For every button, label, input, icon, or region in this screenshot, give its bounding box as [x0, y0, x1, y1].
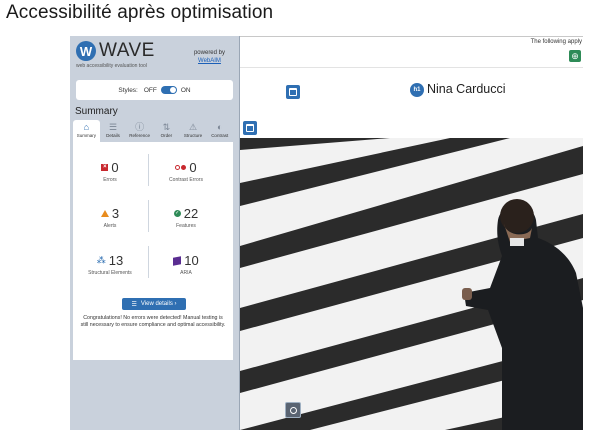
info-icon: ⓘ — [135, 122, 145, 132]
errors-stat[interactable]: × 0 Errors — [73, 160, 147, 183]
styles-label: Styles: — [118, 86, 138, 94]
contrast-errors-count: 0 — [189, 160, 197, 175]
feature-check-icon: ✓ — [173, 210, 181, 217]
webaim-link[interactable]: WebAIM — [194, 57, 225, 65]
alerts-stat[interactable]: 3 Alerts — [73, 206, 147, 229]
hero-photo — [240, 138, 583, 430]
tab-label: Reference — [129, 133, 151, 138]
wave-header: W WAVE web accessibility evaluation tool… — [70, 36, 239, 74]
features-label: Features — [176, 223, 196, 229]
contrast-error-icon — [175, 165, 187, 170]
page-header-area: The following apply ⊕ — [240, 36, 583, 68]
styles-toggle[interactable] — [160, 86, 177, 94]
congratulations-message: Congratulations! No errors were detected… — [80, 315, 226, 328]
powered-by-label: powered by — [193, 50, 225, 56]
contrast-errors-stat[interactable]: 0 Contrast Errors — [149, 160, 223, 183]
tab-details[interactable]: ☰ Details — [100, 120, 127, 142]
person-name: Nina Carducci — [427, 82, 506, 96]
structural-count: 13 — [108, 253, 124, 268]
contrast-icon: ◐ — [216, 122, 223, 132]
summary-heading: Summary — [75, 106, 118, 117]
contrast-errors-label: Contrast Errors — [169, 177, 203, 183]
aria-stat[interactable]: 10 ARIA — [149, 253, 223, 276]
tab-structure[interactable]: ⚠ Structure — [180, 120, 207, 142]
slide-caption: Accessibilité après optimisation — [6, 2, 274, 23]
wave-name: WAVE — [99, 40, 155, 61]
tab-label: Details — [106, 133, 120, 138]
crosswalk-photo — [240, 138, 583, 430]
tab-summary[interactable]: ⌂ Summary — [73, 120, 100, 142]
globe-icon[interactable]: ⊕ — [569, 50, 581, 62]
alerts-count: 3 — [111, 206, 120, 221]
powered-by: powered by WebAIM — [194, 49, 225, 65]
features-count: 22 — [183, 206, 199, 221]
wave-sidebar: W WAVE web accessibility evaluation tool… — [70, 36, 240, 430]
wave-logo-icon: W — [76, 41, 96, 61]
styles-off-label: OFF — [143, 86, 157, 94]
toggle-knob — [169, 87, 176, 93]
aria-label: ARIA — [180, 270, 192, 276]
list-icon: ☰ — [131, 301, 137, 308]
features-stat[interactable]: ✓ 22 Features — [149, 206, 223, 229]
errors-count: 0 — [111, 160, 119, 175]
alerts-label: Alerts — [103, 223, 117, 229]
aria-count: 10 — [184, 253, 199, 268]
region-marker-icon[interactable] — [243, 121, 257, 135]
image-alt-icon[interactable] — [285, 402, 301, 418]
tab-reference[interactable]: ⓘ Reference — [126, 120, 153, 142]
region-marker-icon[interactable] — [286, 85, 300, 99]
heading-h1-icon[interactable]: h1 — [410, 83, 424, 97]
wave-tabs: ⌂ Summary ☰ Details ⓘ Reference ⇅ Order … — [73, 120, 233, 142]
structural-label: Structural Elements — [88, 270, 132, 276]
summary-stats: × 0 Errors 0 Contrast Errors 3 Alerts ✓ 22… — [73, 142, 233, 360]
list-icon: ☰ — [108, 122, 118, 132]
styles-toggle-box: Styles: OFF ON — [76, 80, 233, 100]
view-details-button[interactable]: ☰ View details › — [122, 298, 186, 310]
aria-icon — [173, 255, 182, 266]
view-details-label: View details › — [140, 301, 177, 307]
following-apply-text: The following apply — [530, 39, 582, 45]
structure-tree-icon: ⁂ — [96, 255, 106, 265]
error-icon: × — [101, 164, 109, 171]
alert-icon — [100, 210, 109, 217]
order-icon: ⇅ — [162, 122, 171, 132]
tab-label: Order — [160, 133, 173, 138]
structural-stat[interactable]: ⁂ 13 Structural Elements — [73, 253, 147, 276]
tab-order[interactable]: ⇅ Order — [153, 120, 180, 142]
errors-label: Errors — [103, 177, 117, 183]
tab-label: Summary — [76, 133, 96, 138]
evaluated-page: The following apply ⊕ h1 Nina Carducci — [240, 36, 583, 430]
tab-contrast[interactable]: ◐ Contrast — [206, 120, 233, 142]
structure-icon: ⚠ — [188, 122, 198, 132]
styles-on-label: ON — [180, 86, 191, 94]
tab-label: Structure — [183, 133, 203, 138]
home-icon: ⌂ — [83, 122, 90, 132]
tab-label: Contrast — [211, 133, 229, 138]
